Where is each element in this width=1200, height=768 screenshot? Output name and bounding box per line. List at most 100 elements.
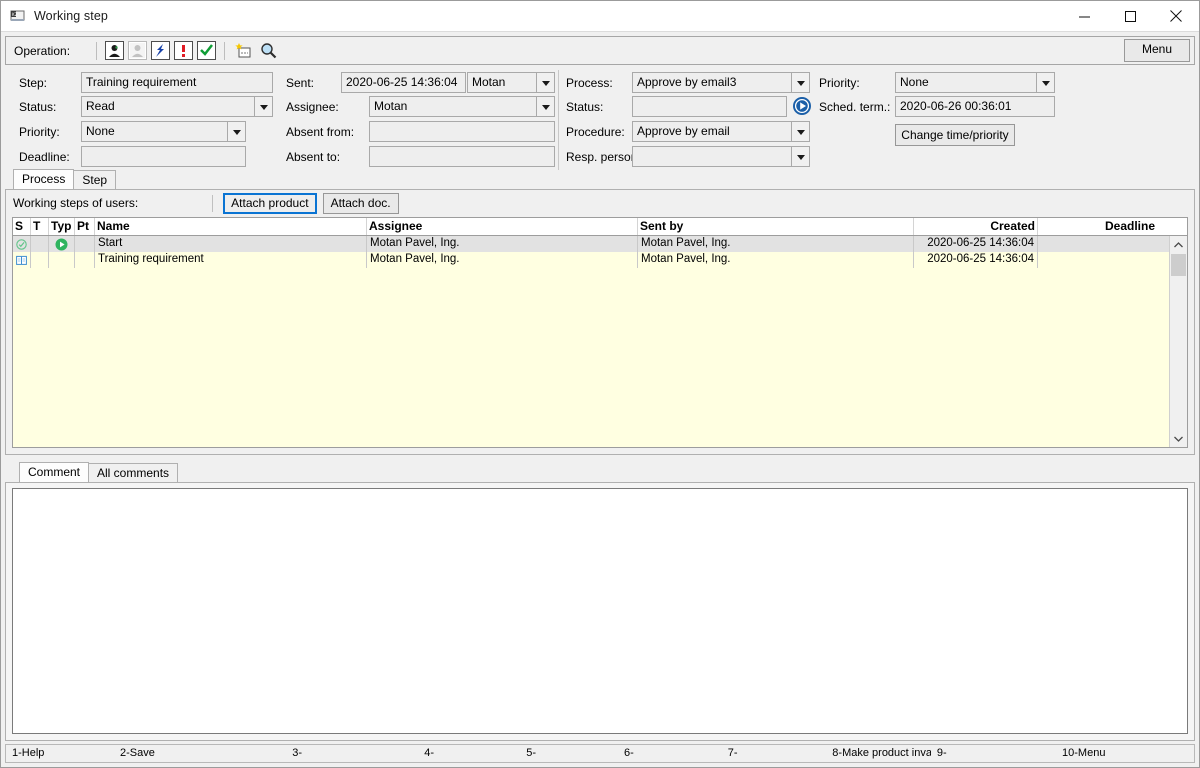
procedure-select[interactable]: Approve by email — [632, 121, 810, 142]
working-steps-row: Working steps of users: Attach product A… — [6, 190, 1194, 216]
priority-select[interactable]: None — [81, 121, 246, 142]
chevron-down-icon[interactable] — [791, 122, 809, 141]
cell-name: Training requirement — [95, 252, 367, 268]
change-time-priority-button[interactable]: Change time/priority — [895, 124, 1015, 146]
right-priority-select[interactable]: None — [895, 72, 1055, 93]
maximize-button[interactable] — [1107, 1, 1153, 31]
step-input[interactable]: Training requirement — [81, 72, 273, 93]
tab-comment[interactable]: Comment — [19, 462, 90, 482]
process-select[interactable]: Approve by email3 — [632, 72, 810, 93]
scroll-up-icon[interactable] — [1170, 236, 1187, 253]
grid-body: Start Motan Pavel, Ing. Motan Pavel, Ing… — [13, 236, 1187, 447]
scrollbar-thumb[interactable] — [1171, 254, 1186, 276]
column-header-sent-by[interactable]: Sent by — [638, 218, 914, 235]
column-header-created[interactable]: Created — [914, 218, 1038, 235]
status-cell-f4[interactable]: 4- — [418, 745, 520, 762]
assignee-select-value: Motan — [374, 99, 408, 113]
working-steps-grid: S T Typ Pt Name Assignee Sent by Created… — [12, 217, 1188, 448]
assignee-select[interactable]: Motan — [369, 96, 555, 117]
step-label: Step: — [19, 76, 48, 90]
column-header-assignee[interactable]: Assignee — [367, 218, 638, 235]
sched-term-input[interactable]: 2020-06-26 00:36:01 — [895, 96, 1055, 117]
attach-doc-button[interactable]: Attach doc. — [322, 192, 399, 214]
cell-sent-by: Motan Pavel, Ing. — [638, 252, 914, 268]
chevron-down-icon[interactable] — [791, 73, 809, 92]
priority-select-value: None — [86, 124, 115, 138]
scroll-down-icon[interactable] — [1170, 430, 1187, 447]
table-row[interactable]: Start Motan Pavel, Ing. Motan Pavel, Ing… — [13, 236, 1187, 252]
menu-button[interactable]: Menu — [1124, 39, 1190, 62]
attach-product-button[interactable]: Attach product — [223, 192, 317, 214]
column-header-name[interactable]: Name — [95, 218, 367, 235]
chevron-down-icon[interactable] — [536, 73, 554, 92]
status-label: Status: — [19, 100, 57, 114]
tab-step[interactable]: Step — [73, 170, 117, 189]
function-key-status-bar: 1-Help 2-Save 3- 4- 5- 6- 7- 8-Make prod… — [5, 744, 1195, 763]
resp-person-select[interactable] — [632, 146, 810, 167]
chevron-down-icon[interactable] — [791, 147, 809, 166]
sent-by-select-value: Motan — [472, 75, 506, 89]
sent-label: Sent: — [286, 76, 315, 90]
process-label: Process: — [566, 76, 613, 90]
process-panel: Working steps of users: Attach product A… — [5, 189, 1195, 455]
column-header-s[interactable]: S — [13, 218, 31, 235]
operation-toolbar: Operation: Menu — [5, 36, 1195, 65]
document-icon — [13, 252, 31, 268]
status-cell-f2[interactable]: 2-Save — [114, 745, 286, 762]
process-status-label: Status: — [566, 100, 604, 114]
cell-t — [31, 252, 49, 268]
comment-section: Comment All comments — [5, 459, 1195, 741]
play-circle-icon — [49, 236, 75, 252]
approve-check-icon[interactable] — [197, 41, 217, 60]
minimize-button[interactable] — [1061, 1, 1107, 31]
chevron-down-icon[interactable] — [227, 122, 245, 141]
process-status-input[interactable] — [632, 96, 787, 117]
tab-all-comments[interactable]: All comments — [88, 463, 179, 482]
chevron-down-icon[interactable] — [254, 97, 272, 116]
absent-from-input[interactable] — [369, 121, 555, 142]
table-row[interactable]: Training requirement Motan Pavel, Ing. M… — [13, 252, 1187, 268]
cell-deadline — [1038, 252, 1157, 268]
sent-datetime-input[interactable]: 2020-06-25 14:36:04 — [341, 72, 466, 93]
comment-tab-strip: Comment All comments — [5, 462, 1195, 482]
cell-created: 2020-06-25 14:36:04 — [914, 252, 1038, 268]
deadline-input[interactable] — [81, 146, 246, 167]
circle-check-icon — [13, 236, 31, 252]
forward-arrow-icon[interactable] — [151, 41, 171, 60]
procedure-select-value: Approve by email — [637, 124, 730, 138]
status-cell-f3[interactable]: 3- — [286, 745, 418, 762]
close-button[interactable] — [1153, 1, 1199, 31]
run-process-button[interactable] — [792, 96, 812, 116]
absent-to-label: Absent to: — [286, 150, 341, 164]
status-cell-f8[interactable]: 8-Make product invalid — [826, 745, 931, 762]
status-cell-f1[interactable]: 1-Help — [6, 745, 114, 762]
status-cell-f7[interactable]: 7- — [722, 745, 827, 762]
comment-textarea[interactable] — [12, 488, 1188, 734]
grid-vertical-scrollbar[interactable] — [1169, 236, 1187, 447]
status-cell-f9[interactable]: 9- — [931, 745, 1056, 762]
chevron-down-icon[interactable] — [1036, 73, 1054, 92]
user-icon[interactable] — [105, 41, 125, 60]
alert-icon[interactable] — [174, 41, 194, 60]
status-cell-f10[interactable]: 10-Menu — [1056, 745, 1194, 762]
status-select[interactable]: Read — [81, 96, 273, 117]
cell-assignee: Motan Pavel, Ing. — [367, 252, 638, 268]
status-cell-f6[interactable]: 6- — [618, 745, 722, 762]
column-header-typ[interactable]: Typ — [49, 218, 75, 235]
cell-created: 2020-06-25 14:36:04 — [914, 236, 1038, 252]
chevron-down-icon[interactable] — [536, 97, 554, 116]
magnifier-search-icon[interactable] — [258, 40, 279, 61]
sent-by-select[interactable]: Motan — [467, 72, 555, 93]
column-header-pt[interactable]: Pt — [75, 218, 95, 235]
absent-to-input[interactable] — [369, 146, 555, 167]
cell-name: Start — [95, 236, 367, 252]
new-item-icon[interactable] — [233, 40, 254, 61]
resp-person-select-value — [633, 147, 791, 166]
status-cell-f5[interactable]: 5- — [520, 745, 618, 762]
procedure-label: Procedure: — [566, 125, 625, 139]
tab-process[interactable]: Process — [13, 169, 75, 189]
column-header-t[interactable]: T — [31, 218, 49, 235]
column-header-deadline[interactable]: Deadline — [1038, 218, 1157, 235]
grid-header: S T Typ Pt Name Assignee Sent by Created… — [13, 218, 1187, 236]
deadline-label: Deadline: — [19, 150, 70, 164]
